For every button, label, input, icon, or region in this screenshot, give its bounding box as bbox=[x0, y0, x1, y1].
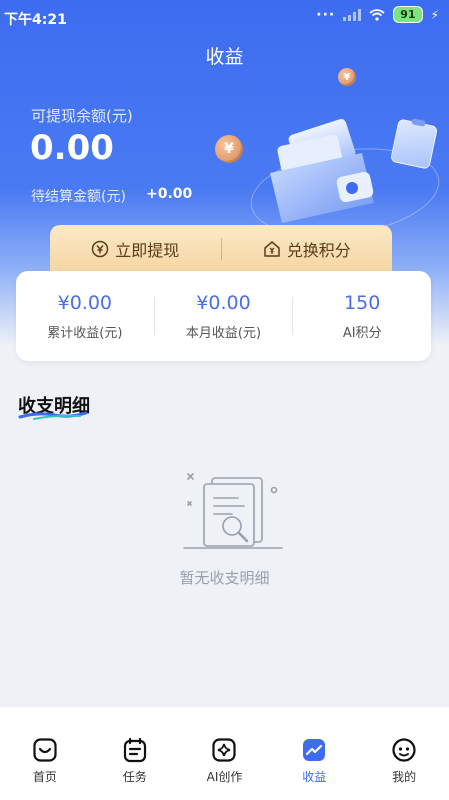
tab-label: AI创作 bbox=[206, 770, 243, 784]
pending-value: +0.00 bbox=[146, 186, 193, 202]
wifi-icon bbox=[369, 8, 385, 21]
task-icon bbox=[123, 737, 146, 763]
wallet-illustration bbox=[270, 119, 374, 223]
signal-icon bbox=[343, 8, 362, 21]
withdraw-label: 立即提现 bbox=[115, 240, 180, 260]
tab-earnings[interactable]: 收益 bbox=[269, 707, 359, 800]
profile-icon bbox=[392, 738, 416, 762]
tab-home[interactable]: 首页 bbox=[0, 707, 90, 800]
charging-icon: ⚡ bbox=[430, 7, 439, 22]
coin-icon: ¥ bbox=[215, 135, 243, 163]
stat-value: ¥0.00 bbox=[196, 291, 251, 314]
stat-total-earnings: ¥0.00 累计收益(元) bbox=[16, 292, 154, 341]
earnings-icon bbox=[303, 739, 326, 761]
pending-label: 待结算金额(元) bbox=[31, 189, 126, 205]
exchange-icon bbox=[263, 240, 281, 258]
coin-icon: ¥ bbox=[338, 68, 356, 86]
tab-tasks[interactable]: 任务 bbox=[90, 707, 180, 800]
balance-label: 可提现余额(元) bbox=[31, 107, 133, 125]
stats-card: ¥0.00 累计收益(元) ¥0.00 本月收益(元) 150 AI积分 bbox=[16, 271, 431, 361]
stat-label: 累计收益(元) bbox=[47, 325, 123, 341]
clipboard-illustration bbox=[389, 118, 439, 170]
exchange-points-button[interactable]: 兑换积分 bbox=[222, 225, 393, 272]
tab-ai-create[interactable]: AI创作 bbox=[180, 707, 270, 800]
action-bar: 立即提现 兑换积分 bbox=[50, 225, 392, 272]
stat-label: AI积分 bbox=[342, 325, 382, 341]
status-icons: ··· 91 ⚡ bbox=[316, 6, 439, 23]
stat-value: ¥0.00 bbox=[57, 291, 113, 314]
tab-label: 任务 bbox=[122, 770, 147, 784]
stat-ai-points[interactable]: 150 AI积分 bbox=[293, 292, 431, 341]
stat-value: 150 bbox=[344, 291, 381, 314]
bottom-tabbar: 首页 任务 AI创作 收益 我的 bbox=[0, 706, 449, 800]
section-underline bbox=[18, 411, 88, 420]
withdraw-button[interactable]: 立即提现 bbox=[50, 225, 221, 272]
tab-label: 收益 bbox=[302, 770, 327, 784]
exchange-label: 兑换积分 bbox=[286, 240, 351, 260]
tab-profile[interactable]: 我的 bbox=[359, 707, 449, 800]
ai-create-icon bbox=[212, 738, 237, 762]
page-title: 收益 bbox=[205, 46, 244, 68]
status-time: 下午4:21 bbox=[4, 12, 67, 28]
more-dots-icon: ··· bbox=[316, 6, 336, 23]
battery-icon: 91 bbox=[393, 6, 423, 23]
empty-state-text: 暂无收支明细 bbox=[179, 569, 270, 587]
stat-label: 本月收益(元) bbox=[185, 325, 262, 341]
empty-document-icon bbox=[183, 473, 283, 549]
status-bar: 下午4:21 ··· 91 ⚡ bbox=[0, 0, 449, 34]
home-icon bbox=[33, 738, 57, 762]
stat-month-earnings: ¥0.00 本月收益(元) bbox=[155, 292, 293, 341]
tab-label: 首页 bbox=[32, 770, 57, 784]
tab-label: 我的 bbox=[392, 770, 417, 784]
balance-value: 0.00 bbox=[30, 128, 114, 168]
withdraw-icon bbox=[91, 240, 109, 258]
